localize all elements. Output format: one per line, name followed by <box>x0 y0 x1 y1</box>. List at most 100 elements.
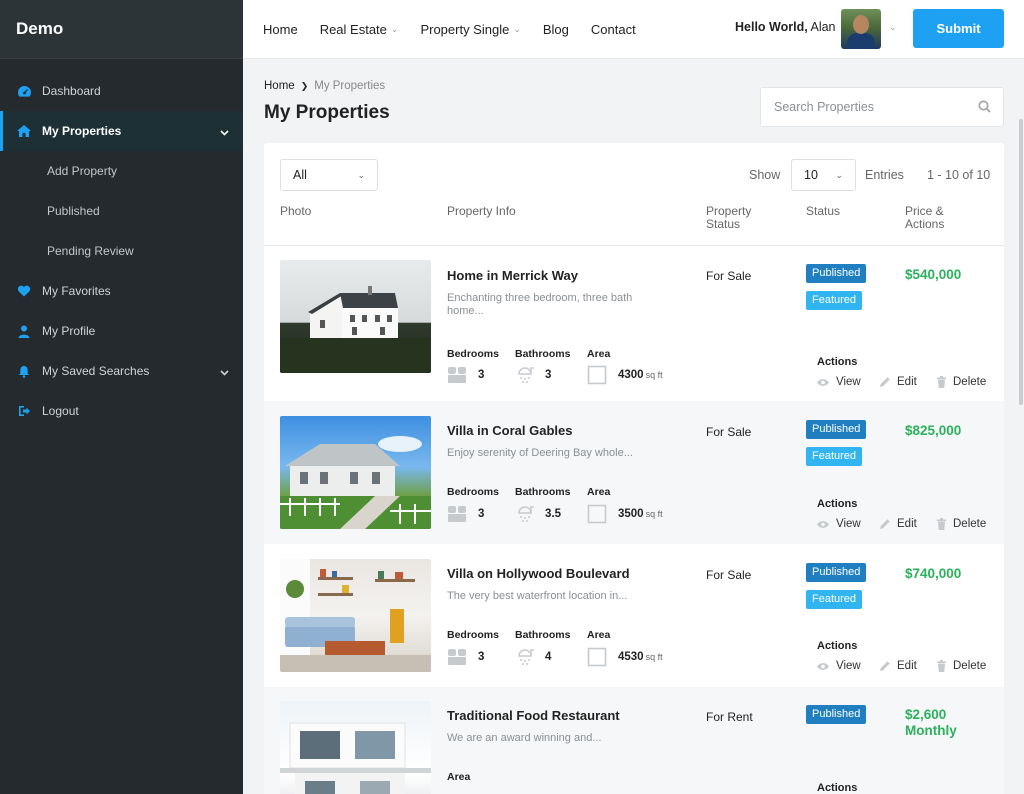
bedrooms-label: Bedrooms <box>447 486 499 498</box>
sidebar-item-my-saved-searches[interactable]: My Saved Searches <box>0 351 243 391</box>
trash-icon <box>936 518 947 530</box>
chevron-down-icon[interactable]: ⌄ <box>889 22 897 33</box>
edit-button[interactable]: Edit <box>879 660 917 672</box>
property-price: $740,000 <box>905 566 962 581</box>
properties-table: All ⌄ Show 10 ⌄ Entries 1 - 10 of 10 Photo… <box>264 143 1004 794</box>
brand-logo[interactable]: Demo <box>0 0 243 59</box>
column-header-status: Status <box>806 204 841 218</box>
area-label: Area <box>447 771 471 783</box>
avatar[interactable] <box>841 9 881 49</box>
action-label: Edit <box>897 660 917 672</box>
bell-icon <box>16 363 32 379</box>
area-value: 4530 sq ft <box>618 651 663 663</box>
area-label: Area <box>587 348 611 360</box>
area-number: 4530 <box>618 651 644 663</box>
status-badge-published: Published <box>806 420 867 439</box>
status-badge-featured: Featured <box>806 447 863 466</box>
column-header-photo: Photo <box>280 204 312 218</box>
nav-blog[interactable]: Blog <box>543 22 569 37</box>
entries-per-page-select[interactable]: 10 ⌄ <box>791 159 856 191</box>
sidebar-item-logout[interactable]: Logout <box>0 391 243 431</box>
sidebar-item-dashboard[interactable]: Dashboard <box>0 71 243 111</box>
status-filter-select[interactable]: All ⌄ <box>280 159 378 191</box>
status-badge-featured: Featured <box>806 291 863 310</box>
sidebar-item-published[interactable]: Published <box>0 191 243 231</box>
trash-icon <box>936 376 947 388</box>
action-label: Delete <box>953 660 987 672</box>
entries-value: 10 <box>804 168 818 182</box>
action-label: Edit <box>897 376 917 388</box>
sidebar-item-label: My Profile <box>42 324 96 338</box>
area-unit: sq ft <box>645 370 663 380</box>
chevron-down-icon: ⌄ <box>513 23 521 34</box>
bedrooms-count: 3 <box>478 369 485 381</box>
area-icon <box>587 647 607 672</box>
nav-property-single[interactable]: Property Single ⌄ <box>420 22 520 37</box>
nav-home[interactable]: Home <box>263 22 298 37</box>
edit-button[interactable]: Edit <box>879 518 917 530</box>
action-label: View <box>836 518 861 530</box>
bathrooms-count: 3.5 <box>545 508 561 520</box>
search-icon[interactable] <box>978 100 991 118</box>
breadcrumb-current: My Properties <box>314 80 386 92</box>
view-button[interactable]: View <box>816 660 861 672</box>
chevron-down-icon[interactable] <box>220 365 229 379</box>
user-greeting[interactable]: Hello World, Alan <box>735 20 836 34</box>
property-title[interactable]: Villa on Hollywood Boulevard <box>447 566 630 581</box>
view-button[interactable]: View <box>816 376 861 388</box>
table-row: Villa on Hollywood Boulevard The very be… <box>264 544 1004 687</box>
delete-button[interactable]: Delete <box>936 376 986 388</box>
property-status: For Rent <box>706 710 753 724</box>
table-row: Villa in Coral Gables Enjoy serenity of … <box>264 401 1004 544</box>
action-label: View <box>836 376 861 388</box>
sidebar-item-my-favorites[interactable]: My Favorites <box>0 271 243 311</box>
property-photo[interactable] <box>280 701 431 794</box>
status-badge-published: Published <box>806 563 867 582</box>
bathrooms-label: Bathrooms <box>515 629 571 641</box>
bedrooms-count: 3 <box>478 508 485 520</box>
edit-button[interactable]: Edit <box>879 376 917 388</box>
bathrooms-count: 3 <box>545 369 552 381</box>
submit-button[interactable]: Submit <box>913 9 1004 48</box>
property-description: The very best waterfront location in... <box>447 590 628 602</box>
area-label: Area <box>587 486 611 498</box>
bathrooms-count: 4 <box>545 651 552 663</box>
search-input[interactable] <box>774 100 964 114</box>
scrollbar[interactable] <box>1018 59 1024 794</box>
breadcrumb-home[interactable]: Home <box>264 80 295 92</box>
sidebar-item-pending-review[interactable]: Pending Review <box>0 231 243 271</box>
delete-button[interactable]: Delete <box>936 518 986 530</box>
property-title[interactable]: Traditional Food Restaurant <box>447 708 620 723</box>
nav-contact[interactable]: Contact <box>591 22 636 37</box>
area-value: 4300 sq ft <box>618 369 663 381</box>
pencil-icon <box>879 660 891 672</box>
sidebar-item-my-properties[interactable]: My Properties <box>0 111 243 151</box>
nav-real-estate[interactable]: Real Estate ⌄ <box>320 22 399 37</box>
area-label: Area <box>587 629 611 641</box>
header-line: Actions <box>905 217 945 231</box>
area-icon <box>587 504 607 529</box>
view-button[interactable]: View <box>816 518 861 530</box>
bed-icon <box>447 648 467 671</box>
bed-icon <box>447 505 467 528</box>
sidebar-item-add-property[interactable]: Add Property <box>0 151 243 191</box>
shower-icon <box>515 505 535 528</box>
property-title[interactable]: Villa in Coral Gables <box>447 423 572 438</box>
property-photo[interactable] <box>280 416 431 529</box>
sidebar: Demo Dashboard My Properties Add Propert… <box>0 0 243 794</box>
shower-icon <box>515 366 535 389</box>
sidebar-item-my-profile[interactable]: My Profile <box>0 311 243 351</box>
chevron-down-icon[interactable] <box>220 125 229 139</box>
property-status: For Sale <box>706 269 752 283</box>
column-header-price-actions: Price & Actions <box>905 205 944 231</box>
property-photo[interactable] <box>280 559 431 672</box>
property-photo[interactable] <box>280 260 431 373</box>
bathrooms-label: Bathrooms <box>515 486 571 498</box>
property-title[interactable]: Home in Merrick Way <box>447 268 578 283</box>
delete-button[interactable]: Delete <box>936 660 986 672</box>
pencil-icon <box>879 518 891 530</box>
status-badge-featured: Featured <box>806 590 863 609</box>
actions-label: Actions <box>817 498 858 510</box>
bathrooms-label: Bathrooms <box>515 348 571 360</box>
scrollbar-thumb[interactable] <box>1019 119 1023 405</box>
